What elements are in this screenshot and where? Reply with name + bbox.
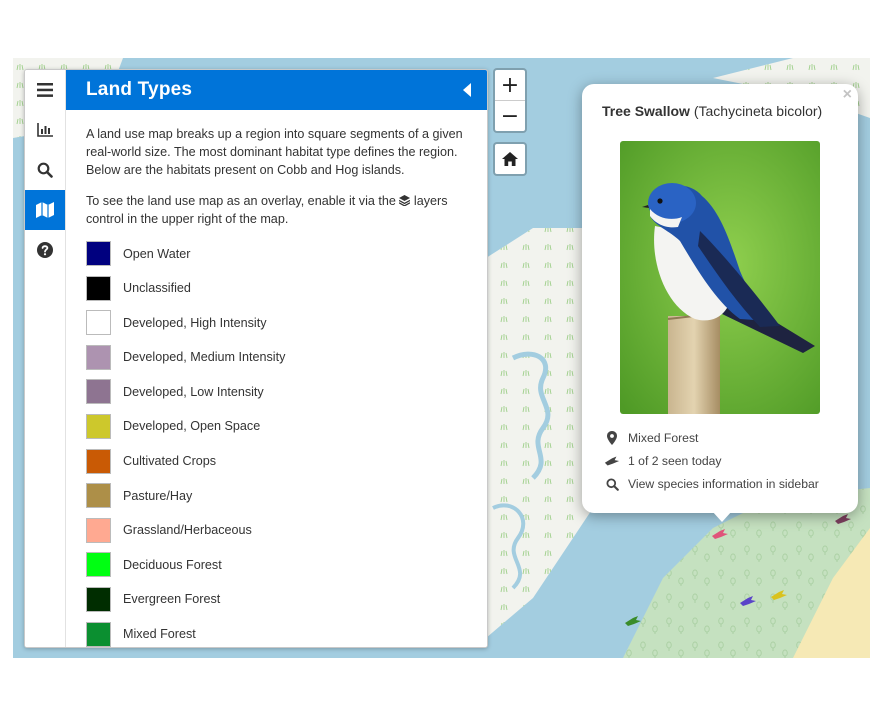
legend-swatch: [86, 344, 111, 370]
legend-swatch: [86, 552, 111, 578]
home-button[interactable]: [495, 144, 525, 174]
overlay-instructions: To see the land use map as an overlay, e…: [86, 192, 467, 228]
legend-label: Mixed Forest: [123, 627, 196, 642]
tab-help[interactable]: [25, 230, 65, 270]
legend-swatch: [86, 275, 111, 301]
scientific-name: (Tachycineta bicolor): [693, 103, 823, 119]
sightings-line: 1 of 2 seen today: [604, 453, 722, 469]
legend-item: Grassland/Herbaceous: [86, 517, 467, 543]
legend-item: Unclassified: [86, 275, 467, 301]
sidebar: Land Types A land use map breaks up a re…: [24, 69, 488, 648]
legend-label: Grassland/Herbaceous: [123, 523, 252, 538]
bird-marker[interactable]: [770, 589, 788, 601]
collapse-caret-icon[interactable]: [461, 82, 473, 98]
legend-swatch: [86, 483, 111, 509]
legend-swatch: [86, 310, 111, 336]
zoom-out-button[interactable]: −: [495, 100, 525, 131]
view-species-link[interactable]: View species information in sidebar: [604, 476, 819, 492]
legend-item: Evergreen Forest: [86, 586, 467, 612]
tab-menu[interactable]: [25, 70, 65, 110]
legend-label: Developed, Medium Intensity: [123, 350, 286, 365]
legend-label: Pasture/Hay: [123, 488, 193, 503]
legend-item: Deciduous Forest: [86, 552, 467, 578]
legend-swatch: [86, 413, 111, 439]
map-marker-icon: [607, 431, 617, 445]
bird-marker[interactable]: [624, 615, 642, 627]
home-control: [493, 142, 527, 176]
pane-title: Land Types: [86, 79, 193, 100]
question-circle-icon: [37, 242, 53, 258]
legend-label: Evergreen Forest: [123, 592, 221, 607]
intro-text: A land use map breaks up a region into s…: [86, 127, 463, 177]
legend-label: Developed, Low Intensity: [123, 384, 264, 399]
tab-search[interactable]: [25, 150, 65, 190]
legend-swatch: [86, 586, 111, 612]
sightings-text: 1 of 2 seen today: [628, 454, 722, 468]
legend-item: Cultivated Crops: [86, 448, 467, 474]
bird-icon: [604, 456, 620, 466]
legend-label: Developed, Open Space: [123, 419, 261, 434]
legend-item: Open Water: [86, 241, 467, 266]
tab-chart[interactable]: [25, 110, 65, 150]
legend-label: Developed, High Intensity: [123, 315, 267, 330]
bird-marker[interactable]: [711, 528, 729, 540]
view-species-link-text: View species information in sidebar: [628, 477, 819, 491]
zoom-in-button[interactable]: +: [495, 70, 525, 100]
pane-body: A land use map breaks up a region into s…: [66, 110, 487, 647]
layers-icon: [399, 195, 411, 207]
search-icon: [605, 477, 619, 491]
habitat-text: Mixed Forest: [628, 431, 699, 445]
common-name: Tree Swallow: [602, 103, 690, 119]
legend-swatch: [86, 517, 111, 543]
legend-item: Developed, Low Intensity: [86, 379, 467, 405]
legend-label: Cultivated Crops: [123, 454, 217, 469]
legend-item: Pasture/Hay: [86, 483, 467, 509]
menu-icon: [37, 83, 53, 97]
zoom-control: + −: [493, 68, 527, 133]
popup-title: Tree Swallow (Tachycineta bicolor): [602, 103, 822, 119]
habitat-line: Mixed Forest: [604, 430, 698, 446]
tab-land-types[interactable]: [25, 190, 65, 230]
bar-chart-icon: [37, 123, 53, 137]
bird-marker[interactable]: [739, 595, 757, 607]
bird-marker[interactable]: [834, 513, 852, 525]
legend-label: Open Water: [123, 246, 191, 261]
species-popup: × Tree Swallow (Tachycineta bicolor) Mix…: [582, 84, 858, 513]
legend-swatch: [86, 241, 111, 266]
map-icon: [36, 202, 54, 218]
legend-item: Developed, Medium Intensity: [86, 344, 467, 370]
tree-swallow-photo: [620, 141, 820, 414]
home-icon: [502, 152, 518, 166]
overlay-text-before: To see the land use map as an overlay, e…: [86, 194, 396, 208]
sidebar-tabs: [25, 70, 66, 647]
popup-close-button[interactable]: ×: [843, 86, 852, 104]
search-icon: [37, 162, 53, 178]
legend-item: Developed, Open Space: [86, 413, 467, 439]
species-photo: [620, 141, 820, 414]
popup-tip: [712, 511, 732, 522]
land-types-pane: Land Types A land use map breaks up a re…: [66, 70, 487, 647]
legend-label: Deciduous Forest: [123, 557, 222, 572]
legend-item: Developed, High Intensity: [86, 310, 467, 336]
legend-item: Mixed Forest: [86, 621, 467, 647]
legend-swatch: [86, 448, 111, 474]
legend-swatch: [86, 379, 111, 405]
pane-header: Land Types: [66, 70, 487, 110]
legend-label: Unclassified: [123, 281, 191, 296]
legend-swatch: [86, 621, 111, 647]
land-type-legend: Open Water Unclassified Developed, High …: [86, 241, 467, 647]
